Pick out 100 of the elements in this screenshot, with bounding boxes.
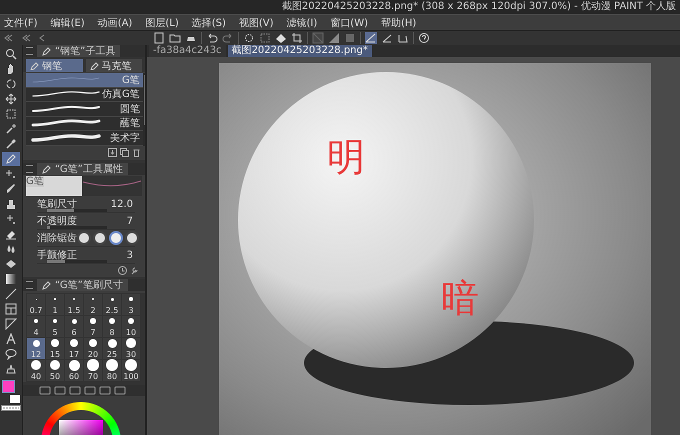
menu-item[interactable]: 选择(S)	[192, 16, 226, 30]
collapse-icon[interactable]	[3, 33, 13, 43]
brush-list-item[interactable]: 蘸笔	[26, 116, 143, 131]
brush-icon	[5, 183, 17, 195]
menu-item[interactable]: 滤镜(I)	[286, 16, 318, 30]
help-icon[interactable]	[418, 32, 430, 44]
menu-item[interactable]: 文件(F)	[4, 16, 38, 30]
antialias-option[interactable]	[125, 231, 139, 245]
antialias-option[interactable]	[77, 231, 91, 245]
brush-stroke-icon	[30, 104, 102, 114]
brush-size-option[interactable]: 15	[46, 338, 64, 358]
wrench-icon[interactable]	[130, 266, 139, 274]
brush-size-option[interactable]: 1	[46, 294, 64, 314]
menu-item[interactable]: 视图(V)	[238, 16, 274, 30]
document-tab[interactable]: 截图20220425203228.png*	[228, 45, 372, 57]
panel-tab[interactable]: “G笔”笔刷尺寸	[37, 278, 128, 290]
chevron-icon[interactable]	[39, 33, 45, 43]
property-label: 笔刷尺寸	[37, 198, 77, 211]
transparent-color-icon[interactable]	[1, 405, 21, 411]
menu-item[interactable]: 动画(A)	[98, 16, 132, 30]
menu-item[interactable]: 帮助(H)	[381, 16, 416, 30]
annotation-label: 明	[327, 138, 365, 176]
folder-icon[interactable]	[169, 32, 181, 44]
brush-list-item[interactable]: G笔	[26, 73, 143, 88]
pen-icon	[5, 153, 17, 165]
brush-size-option[interactable]: 2	[84, 294, 102, 314]
property-value[interactable]: 3	[126, 250, 135, 260]
brush-size-option[interactable]: 6	[65, 316, 83, 336]
slider-track[interactable]	[47, 208, 107, 212]
selection-icon[interactable]	[259, 32, 271, 44]
scrollbar[interactable]	[142, 73, 145, 146]
new-file-icon[interactable]	[153, 32, 165, 44]
brush-size-option[interactable]: 2.5	[103, 294, 121, 314]
brush-stroke-icon	[30, 132, 102, 143]
bucket-icon	[5, 258, 17, 270]
window-title: 截图20220425203228.png* (308 x 268px 120dpi 307.0%) - 优动漫 PAINT 个人版	[282, 0, 676, 14]
redo-icon[interactable]	[222, 32, 234, 44]
menu-item[interactable]: 窗口(W)	[330, 16, 368, 30]
annotation-label: 暗	[441, 279, 479, 317]
frame-icon	[5, 303, 17, 315]
pen-icon	[42, 280, 52, 290]
selection-icon	[5, 108, 17, 120]
copy-icon[interactable]	[120, 148, 129, 156]
brush-size-option[interactable]: 4	[27, 316, 45, 336]
antialias-option[interactable]	[109, 231, 123, 245]
download-icon[interactable]	[108, 148, 117, 156]
eyedropper-icon	[5, 138, 17, 150]
brush-size-option[interactable]: 60	[65, 360, 83, 380]
document-tab[interactable]: -fa38a4c243c	[149, 45, 226, 57]
trash-icon[interactable]	[132, 148, 141, 156]
eraser-icon	[5, 228, 17, 240]
brush-stroke-icon	[30, 118, 102, 128]
brush-list-item[interactable]: 美术字	[26, 131, 143, 146]
brush-size-option[interactable]: 12	[27, 338, 45, 358]
pen-icon	[90, 61, 98, 70]
text-icon	[5, 333, 17, 345]
collapse-icon[interactable]	[21, 33, 31, 43]
brush-size-option[interactable]: 8	[103, 316, 121, 336]
brush-size-option[interactable]: 100	[122, 360, 140, 380]
tool-group-tab[interactable]: 钢笔	[26, 59, 82, 72]
brush-size-option[interactable]: 5	[46, 316, 64, 336]
brush-size-option[interactable]: 70	[84, 360, 102, 380]
sub-color-swatch[interactable]	[9, 394, 21, 404]
brush-size-option[interactable]: 30	[122, 338, 140, 358]
brush-size-option[interactable]: 40	[27, 360, 45, 380]
brush-size-option[interactable]: 10	[122, 316, 140, 336]
brush-list-item[interactable]: 仿真G笔	[26, 88, 143, 102]
pen-tool[interactable]	[2, 152, 20, 166]
slider-track[interactable]	[47, 260, 107, 262]
wand-icon	[5, 123, 17, 135]
property-value[interactable]: 12.0	[110, 198, 135, 210]
property-value[interactable]: 7	[126, 216, 135, 226]
correction-icon	[5, 363, 17, 375]
panel-menu-icon[interactable]	[26, 280, 33, 288]
main-color-swatch[interactable]	[2, 380, 15, 393]
brush-size-option[interactable]: 17	[65, 338, 83, 358]
tool-group-tab[interactable]: 马克笔	[86, 59, 142, 72]
rotate-icon	[5, 78, 17, 90]
undo-icon[interactable]	[206, 32, 218, 44]
menu-item[interactable]: 编辑(E)	[50, 16, 85, 30]
gradient-icon	[5, 273, 17, 285]
panel-menu-icon[interactable]	[26, 47, 33, 55]
sparkle-icon	[5, 213, 17, 225]
brush-size-option[interactable]: 0.7	[27, 294, 45, 314]
brush-size-option[interactable]: 7	[84, 316, 102, 336]
crop-icon[interactable]	[291, 32, 303, 44]
sparkle-icon	[5, 168, 17, 180]
antialias-option[interactable]	[93, 231, 107, 245]
brush-size-option[interactable]: 3	[122, 294, 140, 314]
brush-list-item[interactable]: 圆笔	[26, 102, 143, 116]
clock-icon[interactable]	[118, 266, 127, 274]
brush-size-option[interactable]: 20	[84, 338, 102, 358]
brush-size-option[interactable]: 50	[46, 360, 64, 380]
brush-size-option[interactable]: 1.5	[65, 294, 83, 314]
brush-size-option[interactable]: 25	[103, 338, 121, 358]
panel-tab[interactable]: “钢笔”子工具	[37, 45, 120, 57]
panel-tab[interactable]: “G笔”工具属性	[37, 162, 128, 174]
menu-item[interactable]: 图层(L)	[145, 16, 179, 30]
panel-menu-icon[interactable]	[26, 164, 33, 172]
brush-size-option[interactable]: 80	[103, 360, 121, 380]
